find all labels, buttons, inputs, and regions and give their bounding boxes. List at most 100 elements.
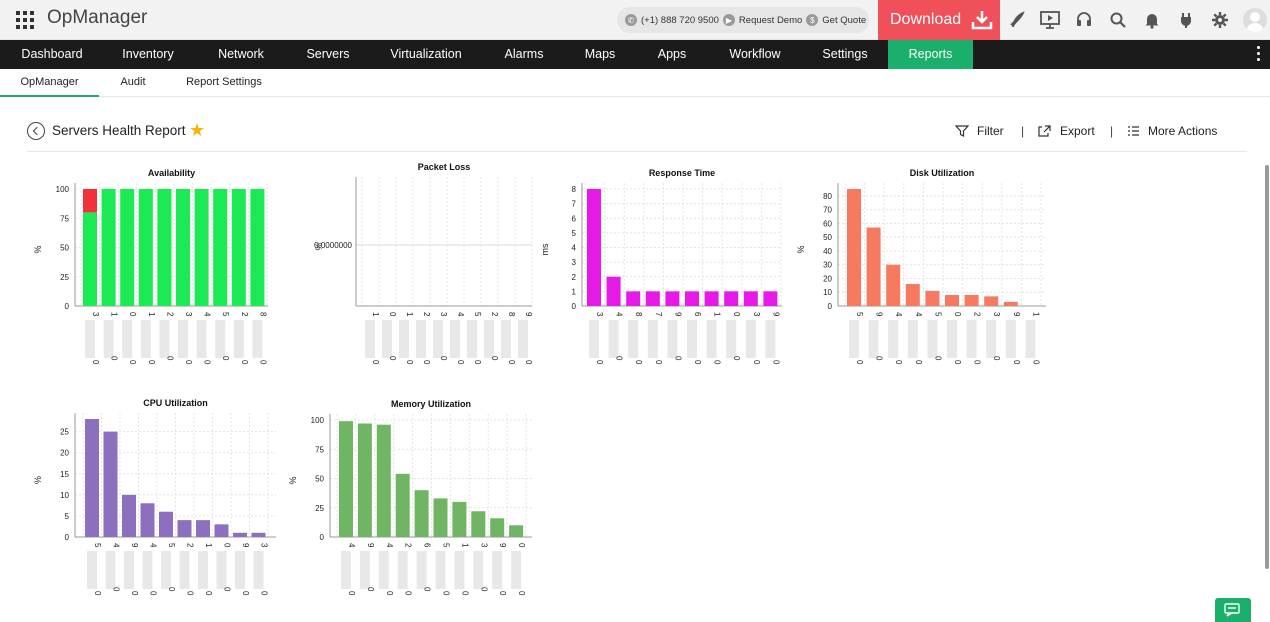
phone-number[interactable]: (+1) 888 720 9500 [641, 15, 719, 26]
x-label-placeholder [341, 551, 351, 589]
action-separator: | [1021, 124, 1025, 138]
bar [945, 294, 959, 306]
x-bottom-label: 0 [423, 587, 432, 592]
get-quote-link[interactable]: Get Quote [822, 15, 866, 26]
nav-workflow[interactable]: Workflow [716, 40, 794, 69]
x-label-placeholder [416, 320, 426, 358]
x-tick-label: 4 [914, 312, 923, 317]
x-tick-label: 0 [388, 312, 397, 317]
rocket-icon[interactable] [1003, 8, 1029, 32]
y-tick-label: 7 [572, 200, 577, 209]
y-tick-label: 5 [572, 229, 577, 238]
phone-icon: ✆ [625, 14, 637, 26]
bar [743, 291, 758, 306]
gear-icon[interactable] [1207, 8, 1233, 32]
bar [645, 291, 660, 306]
bar [606, 276, 621, 306]
presentation-icon[interactable] [1037, 8, 1063, 32]
more-actions-button[interactable]: More Actions [1127, 124, 1217, 138]
subtab-audit[interactable]: Audit [106, 69, 160, 97]
chart-title: Disk Utilization [910, 168, 975, 178]
export-icon [1038, 125, 1051, 137]
x-bottom-label: 0 [634, 360, 643, 365]
subtab-opmanager[interactable]: OpManager [0, 69, 99, 97]
x-label-placeholder [608, 320, 619, 358]
x-tick-label: 9 [524, 312, 533, 317]
nav-inventory[interactable]: Inventory [108, 40, 188, 69]
sub-nav: OpManager Audit Report Settings [0, 69, 1270, 97]
nav-network[interactable]: Network [202, 40, 280, 69]
y-axis-label: % [314, 242, 324, 250]
x-tick-label: 2 [186, 543, 195, 548]
x-label-placeholder [1025, 320, 1036, 358]
bar [509, 525, 524, 537]
x-bottom-label: 0 [524, 360, 533, 365]
x-tick-label: 9 [241, 543, 250, 548]
nav-settings[interactable]: Settings [810, 40, 880, 69]
x-label-placeholder [378, 551, 389, 589]
more-actions-label: More Actions [1148, 124, 1218, 138]
download-button[interactable]: Download [878, 0, 1000, 40]
request-demo-link[interactable]: Request Demo [739, 15, 802, 26]
bar [159, 511, 173, 537]
bar [138, 189, 153, 306]
nav-servers[interactable]: Servers [292, 40, 364, 69]
plug-icon[interactable] [1173, 8, 1199, 32]
nav-dashboard[interactable]: Dashboard [12, 40, 92, 69]
x-label-placeholder [927, 320, 938, 358]
x-tick-label: 2 [165, 312, 174, 317]
nav-reports[interactable]: Reports [888, 40, 973, 69]
app-grid-icon[interactable] [16, 11, 34, 29]
x-bottom-label: 0 [260, 591, 269, 596]
star-icon[interactable]: ★ [189, 120, 205, 140]
x-bottom-label: 0 [223, 587, 232, 592]
x-bottom-label: 0 [456, 360, 465, 365]
bar [120, 189, 135, 306]
x-bottom-label: 0 [165, 356, 174, 361]
nav-apps[interactable]: Apps [644, 40, 700, 69]
bar [196, 520, 210, 537]
bell-icon[interactable] [1139, 8, 1165, 32]
x-tick-label: 9 [130, 543, 139, 548]
x-label-placeholder [179, 551, 190, 589]
x-bottom-label: 0 [388, 356, 397, 361]
x-label-placeholder [849, 320, 859, 358]
search-icon[interactable] [1105, 8, 1131, 32]
x-bottom-label: 0 [184, 360, 193, 365]
back-icon[interactable] [27, 122, 45, 140]
x-tick-label: 4 [149, 543, 158, 548]
x-tick-label: 4 [385, 543, 394, 548]
x-bottom-label: 0 [490, 356, 499, 361]
x-label-placeholder [473, 551, 484, 589]
x-bottom-label: 0 [992, 356, 1001, 361]
nav-alarms[interactable]: Alarms [490, 40, 558, 69]
headset-icon[interactable] [1071, 8, 1097, 32]
x-bottom-label: 0 [404, 591, 413, 596]
x-label-placeholder [501, 320, 511, 358]
x-tick-label: 3 [992, 312, 1001, 317]
x-label-placeholder [140, 320, 151, 358]
bar [704, 291, 719, 306]
nav-maps[interactable]: Maps [570, 40, 630, 69]
x-bottom-label: 0 [595, 360, 604, 365]
y-tick-label: 60 [823, 219, 832, 228]
more-menu-icon[interactable] [1257, 46, 1261, 64]
x-bottom-label: 0 [385, 591, 394, 596]
x-tick-label: 1 [371, 312, 380, 317]
x-tick-label: 2 [240, 312, 249, 317]
x-label-placeholder [215, 320, 226, 358]
y-tick-label: 100 [56, 185, 70, 194]
chart-title: CPU Utilization [143, 398, 208, 408]
x-label-placeholder [511, 551, 522, 589]
user-avatar[interactable] [1243, 8, 1267, 32]
filter-button[interactable]: Filter [955, 124, 1004, 138]
subtab-report-settings[interactable]: Report Settings [176, 69, 272, 97]
chat-button[interactable] [1215, 598, 1251, 622]
nav-virtualization[interactable]: Virtualization [376, 40, 476, 69]
x-label-placeholder [399, 320, 409, 358]
page-scrollbar[interactable] [1265, 165, 1269, 569]
x-bottom-label: 0 [186, 591, 195, 596]
app-title[interactable]: OpManager [47, 7, 147, 29]
bar [339, 421, 353, 537]
export-button[interactable]: Export [1038, 124, 1095, 138]
